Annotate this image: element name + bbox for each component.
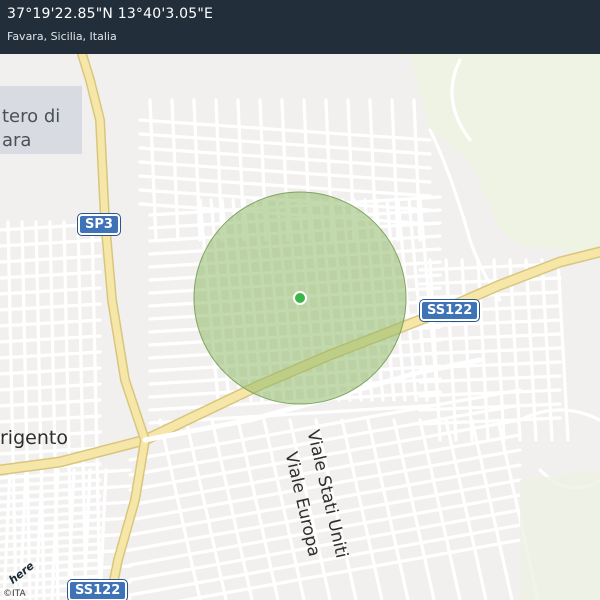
poi-label-line2: ara (2, 130, 32, 151)
coordinates-text: 37°19'22.85"N 13°40'3.05"E (7, 6, 214, 22)
route-shield-ss122-south-label: SS122 (75, 583, 121, 598)
route-shield-ss122-east: SS122 (420, 300, 480, 321)
location-header: 37°19'22.85"N 13°40'3.05"E Favara, Sicil… (0, 0, 600, 54)
route-shield-ss122-south: SS122 (68, 580, 128, 600)
route-shield-ss122-east-label: SS122 (427, 303, 473, 318)
map-copyright: ©ITA (3, 589, 26, 599)
town-label: rigento (0, 427, 68, 449)
map-view[interactable]: SP3 SS122 SS122 tero di ara rigento Vial… (0, 54, 600, 600)
poi-label-line1: tero di (2, 106, 61, 127)
route-shield-sp3: SP3 (78, 214, 120, 235)
route-shield-sp3-label: SP3 (85, 217, 113, 232)
location-name: Favara, Sicilia, Italia (7, 30, 117, 43)
location-marker[interactable] (295, 293, 305, 303)
park-area (520, 470, 600, 600)
